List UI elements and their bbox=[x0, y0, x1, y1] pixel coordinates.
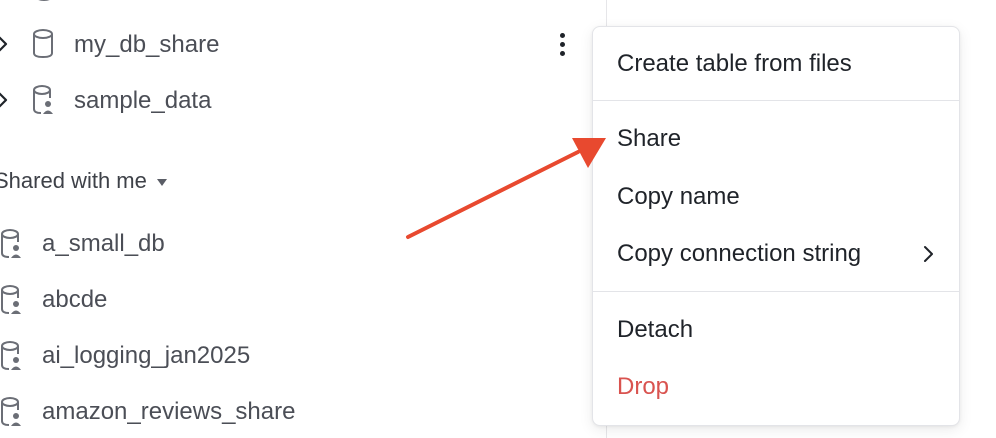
sidebar-item-label: a_small_db bbox=[42, 230, 165, 257]
menu-divider bbox=[593, 100, 959, 101]
database-icon bbox=[33, 29, 53, 59]
menu-item-label: Copy name bbox=[617, 183, 740, 210]
sidebar-item-label: abcde bbox=[42, 286, 108, 313]
chevron-right-icon[interactable] bbox=[0, 34, 10, 54]
more-options-button[interactable] bbox=[548, 28, 576, 60]
sidebar-item-label: ai_logging_jan2025 bbox=[42, 342, 251, 369]
dot bbox=[559, 50, 565, 56]
shared-database-icon bbox=[33, 85, 53, 114]
dot bbox=[559, 41, 565, 47]
menu-item-create-table-from-files[interactable]: Create table from files bbox=[617, 44, 935, 84]
shared-database-icon bbox=[0, 341, 21, 370]
menu-item-detach[interactable]: Detach bbox=[617, 310, 935, 350]
shared-database-icon bbox=[0, 285, 21, 314]
context-menu: Create table from files Share Copy name … bbox=[592, 26, 960, 426]
shared-database-icon bbox=[0, 229, 21, 258]
menu-item-copy-connection-string[interactable]: Copy connection string bbox=[617, 234, 935, 274]
chevron-right-icon[interactable] bbox=[0, 90, 10, 110]
dot bbox=[559, 32, 565, 38]
menu-item-label: Share bbox=[617, 125, 682, 152]
sidebar-item-label: amazon_reviews_share bbox=[42, 398, 296, 425]
chevron-right-icon bbox=[924, 246, 933, 262]
menu-item-label: Copy connection string bbox=[617, 240, 862, 267]
menu-item-share[interactable]: Share bbox=[617, 119, 935, 159]
menu-item-label: Drop bbox=[617, 373, 670, 400]
menu-divider bbox=[593, 291, 959, 292]
shared-with-me-header[interactable]: Shared with me bbox=[0, 168, 167, 194]
database-icon-partial bbox=[38, 0, 50, 2]
sidebar-item-label: sample_data bbox=[74, 87, 212, 114]
caret-down-icon bbox=[156, 179, 167, 186]
menu-item-label: Detach bbox=[617, 316, 694, 343]
shared-database-icon bbox=[0, 397, 21, 426]
menu-item-drop[interactable]: Drop bbox=[617, 367, 935, 407]
menu-item-copy-name[interactable]: Copy name bbox=[617, 177, 935, 217]
menu-item-label: Create table from files bbox=[617, 50, 852, 77]
sidebar-item-label: my_db_share bbox=[74, 31, 220, 58]
section-title: Shared with me bbox=[0, 168, 147, 193]
